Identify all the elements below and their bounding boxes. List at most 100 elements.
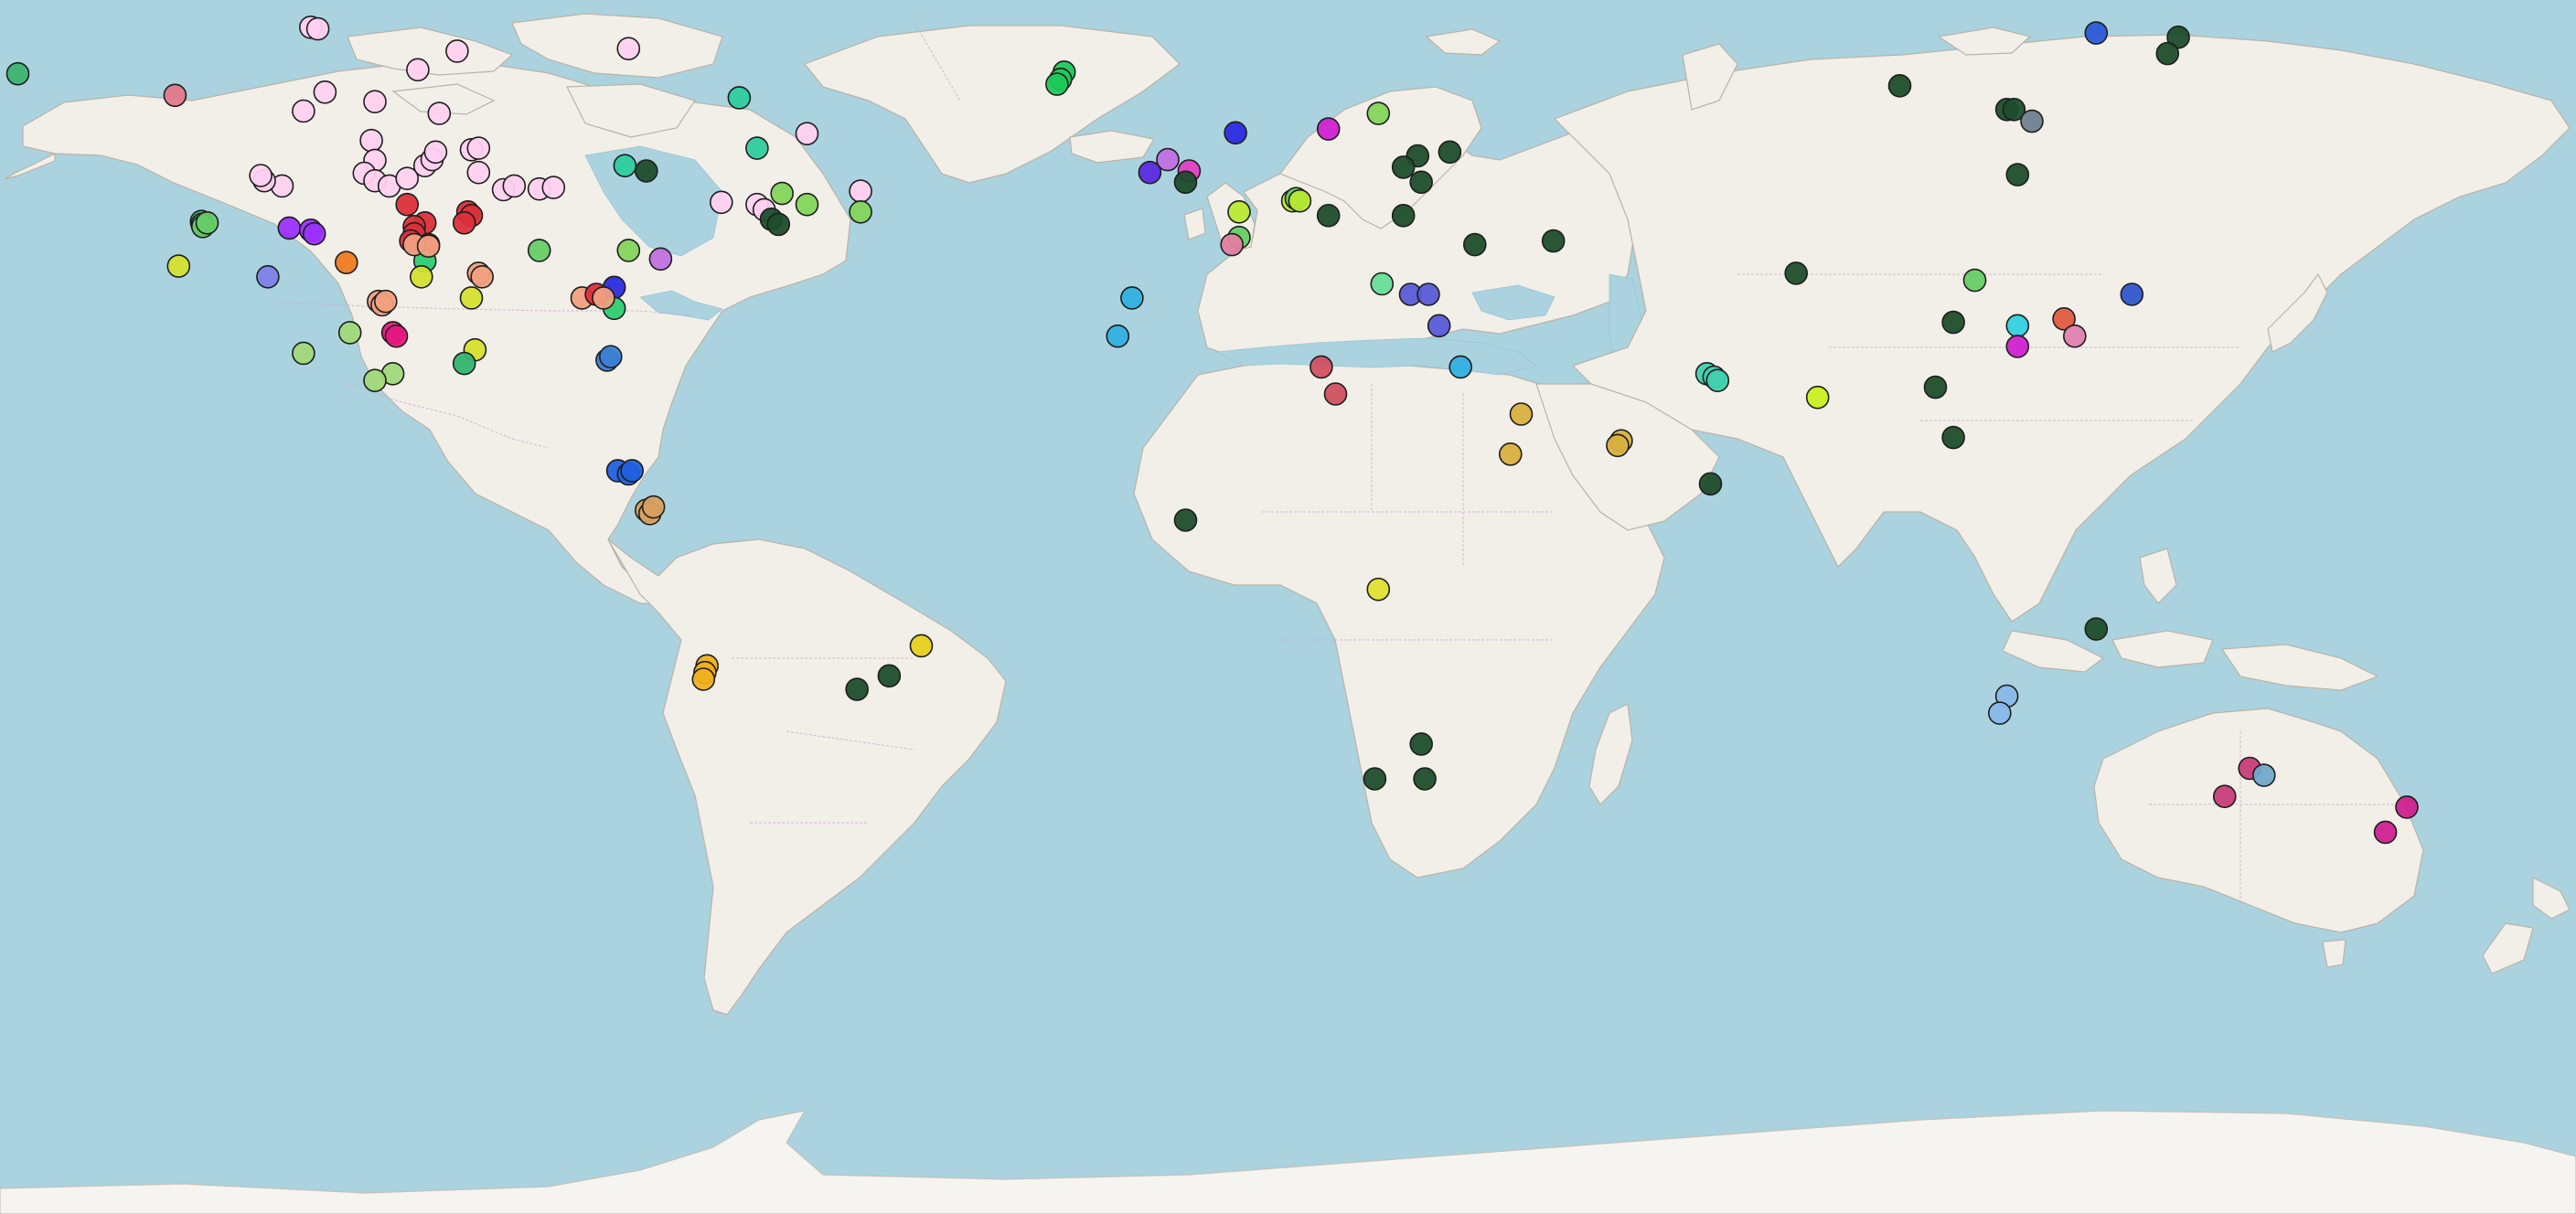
map-marker[interactable] — [1923, 375, 1948, 399]
map-marker[interactable] — [1784, 261, 1808, 285]
map-marker[interactable] — [1962, 268, 1987, 293]
map-marker[interactable] — [1224, 121, 1247, 145]
map-marker[interactable] — [166, 254, 191, 278]
map-marker[interactable] — [1366, 577, 1391, 602]
map-marker[interactable] — [409, 264, 433, 289]
map-marker[interactable] — [1409, 170, 1433, 195]
map-marker[interactable] — [1438, 140, 1462, 165]
map-marker[interactable] — [334, 250, 358, 275]
map-marker[interactable] — [1316, 204, 1341, 228]
map-marker[interactable] — [1416, 282, 1440, 306]
map-marker[interactable] — [373, 289, 398, 314]
map-marker[interactable] — [849, 179, 872, 203]
map-marker[interactable] — [634, 159, 658, 183]
map-marker[interactable] — [195, 211, 219, 235]
map-marker[interactable] — [1541, 229, 1566, 253]
map-marker[interactable] — [1316, 117, 1341, 141]
map-marker[interactable] — [1309, 355, 1333, 379]
map-marker[interactable] — [337, 321, 362, 345]
map-marker[interactable] — [1941, 310, 1965, 335]
map-marker[interactable] — [2373, 820, 2398, 845]
map-marker[interactable] — [2252, 763, 2276, 787]
map-marker[interactable] — [648, 247, 673, 272]
map-marker[interactable] — [1887, 74, 1912, 98]
map-marker[interactable] — [1509, 402, 1534, 426]
map-marker[interactable] — [849, 200, 872, 224]
map-marker[interactable] — [1288, 188, 1312, 213]
map-marker[interactable] — [1427, 314, 1451, 338]
map-marker[interactable] — [384, 324, 409, 348]
map-marker[interactable] — [502, 174, 527, 198]
map-marker[interactable] — [1705, 368, 1730, 393]
map-marker[interactable] — [598, 345, 623, 369]
map-marker[interactable] — [292, 99, 315, 123]
map-marker[interactable] — [2020, 109, 2044, 133]
map-marker[interactable] — [1106, 324, 1130, 348]
map-marker[interactable] — [249, 164, 273, 187]
map-marker[interactable] — [1173, 170, 1198, 195]
map-marker[interactable] — [2063, 324, 2087, 348]
map-marker[interactable] — [727, 86, 752, 110]
map-marker[interactable] — [709, 190, 733, 215]
map-marker[interactable] — [1941, 425, 1965, 450]
map-marker[interactable] — [452, 211, 476, 235]
map-marker[interactable] — [2005, 163, 2030, 186]
map-marker[interactable] — [1698, 472, 1723, 496]
map-marker[interactable] — [613, 154, 637, 177]
map-marker[interactable] — [2005, 314, 2030, 338]
map-marker[interactable] — [1220, 232, 1244, 257]
map-marker[interactable] — [1805, 385, 1830, 410]
map-marker[interactable] — [1370, 272, 1395, 296]
world-map[interactable] — [0, 0, 2576, 1214]
map-marker[interactable] — [302, 221, 326, 246]
map-marker[interactable] — [2005, 335, 2030, 358]
map-view[interactable] — [0, 0, 2576, 1214]
map-marker[interactable] — [1227, 200, 1251, 224]
map-marker[interactable] — [770, 181, 795, 206]
map-marker[interactable] — [395, 192, 420, 217]
map-marker[interactable] — [470, 264, 495, 289]
map-marker[interactable] — [452, 351, 476, 376]
map-marker[interactable] — [363, 368, 387, 393]
map-marker[interactable] — [877, 664, 902, 688]
map-marker[interactable] — [1413, 767, 1437, 791]
map-marker[interactable] — [459, 286, 484, 310]
map-marker[interactable] — [795, 192, 819, 217]
map-marker[interactable] — [641, 495, 666, 519]
map-marker[interactable] — [909, 634, 934, 658]
map-marker[interactable] — [616, 239, 641, 262]
map-marker[interactable] — [616, 37, 641, 61]
map-marker[interactable] — [691, 667, 716, 691]
map-marker[interactable] — [620, 459, 645, 483]
map-marker[interactable] — [305, 16, 330, 41]
map-marker[interactable] — [2120, 282, 2144, 306]
map-marker[interactable] — [277, 216, 302, 240]
map-marker[interactable] — [427, 101, 452, 125]
map-marker[interactable] — [2155, 41, 2180, 66]
map-marker[interactable] — [406, 58, 430, 82]
map-marker[interactable] — [2084, 21, 2109, 45]
map-marker[interactable] — [1156, 147, 1180, 172]
map-marker[interactable] — [163, 83, 187, 108]
map-marker[interactable] — [466, 160, 491, 185]
map-marker[interactable] — [466, 136, 491, 160]
map-marker[interactable] — [1366, 101, 1391, 125]
map-marker[interactable] — [1391, 155, 1416, 179]
map-marker[interactable] — [363, 90, 387, 113]
map-marker[interactable] — [359, 128, 383, 153]
map-marker[interactable] — [845, 677, 870, 701]
map-marker[interactable] — [2395, 795, 2419, 819]
map-marker[interactable] — [592, 286, 615, 310]
map-marker[interactable] — [2213, 784, 2237, 809]
map-marker[interactable] — [1363, 767, 1387, 791]
map-marker[interactable] — [445, 39, 469, 63]
map-marker[interactable] — [416, 234, 441, 259]
map-marker[interactable] — [1409, 732, 1433, 756]
map-marker[interactable] — [1120, 286, 1144, 310]
map-marker[interactable] — [423, 140, 448, 165]
map-marker[interactable] — [1499, 442, 1523, 466]
map-marker[interactable] — [256, 264, 280, 289]
map-marker[interactable] — [527, 239, 551, 262]
map-marker[interactable] — [1448, 355, 1472, 379]
map-marker[interactable] — [1988, 701, 2012, 725]
